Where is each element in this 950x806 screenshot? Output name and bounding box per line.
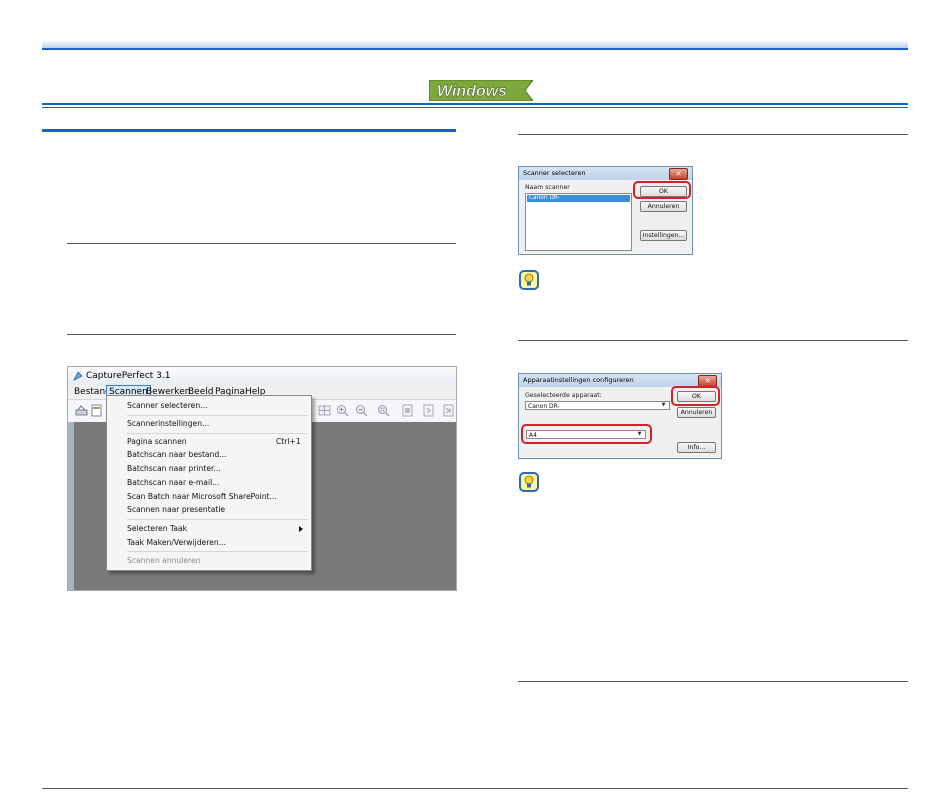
submenu-arrow-icon <box>299 526 303 532</box>
instellingen-button[interactable]: Instellingen... <box>640 230 687 241</box>
header-rule-thin <box>42 107 908 108</box>
ok-highlight <box>633 181 691 199</box>
info-button[interactable]: Info... <box>677 442 716 453</box>
page-icon[interactable] <box>401 404 414 417</box>
footer-rule <box>42 788 908 789</box>
document-icon[interactable] <box>90 404 103 417</box>
hint-lightbulb-icon <box>519 472 539 492</box>
menu-item-selecteren-taak[interactable]: Selecteren Taak <box>127 523 187 535</box>
ok-highlight <box>671 386 720 406</box>
scannen-dropdown-menu: Scanner selecteren... Scannerinstellinge… <box>106 395 312 571</box>
menu-separator <box>127 415 307 416</box>
chevron-down-icon: ▼ <box>661 402 666 408</box>
device-label: Geselecteerde apparaat: <box>525 392 602 399</box>
header-band <box>42 40 908 50</box>
dialog-title: Scanner selecteren <box>519 167 692 180</box>
annuleren-button[interactable]: Annuleren <box>677 407 716 418</box>
menu-separator <box>127 519 307 520</box>
hint-lightbulb-icon <box>519 270 539 290</box>
window-title: CapturePerfect 3.1 <box>68 367 456 385</box>
app-logo-icon <box>73 371 83 381</box>
windows-badge-text: Windows <box>437 83 507 100</box>
zoom-fit-icon[interactable] <box>377 404 390 417</box>
thumbnail-panel <box>68 422 74 590</box>
device-settings-dialog: Apparaatinstellingen configureren ✕ Gese… <box>518 373 722 459</box>
scanner-list-item-selected[interactable]: Canon DR- <box>527 195 630 202</box>
menu-separator <box>127 433 307 434</box>
step-rule <box>67 334 456 335</box>
menu-item-batchscan-printer[interactable]: Batchscan naar printer... <box>127 463 221 475</box>
device-select-value: Canon DR- <box>528 403 560 410</box>
menu-item-scannerinstellingen[interactable]: Scannerinstellingen... <box>127 418 209 430</box>
page-next-icon[interactable] <box>422 404 435 417</box>
menu-item-scanner-selecteren[interactable]: Scanner selecteren... <box>127 400 207 412</box>
step-rule <box>518 340 908 341</box>
step-rule <box>67 243 456 244</box>
menu-item-batchscan-bestand[interactable]: Batchscan naar bestand... <box>127 449 226 461</box>
section-rule <box>42 129 456 132</box>
scanner-name-label: Naam scanner <box>525 184 570 191</box>
device-select[interactable]: Canon DR- ▼ <box>525 401 670 410</box>
step-rule <box>518 134 908 135</box>
menu-item-batchscan-email[interactable]: Batchscan naar e-mail... <box>127 477 219 489</box>
menu-item-scan-batch-sharepoint[interactable]: Scan Batch naar Microsoft SharePoint... <box>127 491 277 503</box>
menu-separator <box>127 551 307 552</box>
windows-os-badge: Windows <box>429 80 533 101</box>
header-rule <box>42 103 908 105</box>
page-last-icon[interactable] <box>442 404 455 417</box>
menu-item-scannen-annuleren: Scannen annuleren <box>127 556 201 565</box>
zoom-out-icon[interactable] <box>355 404 368 417</box>
annuleren-button[interactable]: Annuleren <box>640 201 687 212</box>
scanner-select-dialog: Scanner selecteren ✕ Naam scanner Canon … <box>518 166 693 255</box>
menu-item-taak-maken[interactable]: Taak Maken/Verwijderen... <box>127 537 226 549</box>
menu-item-pagina-scannen[interactable]: Pagina scannen <box>127 436 187 448</box>
scanner-icon[interactable] <box>75 404 88 417</box>
step-rule <box>518 681 908 682</box>
scanner-listbox[interactable]: Canon DR- <box>525 193 632 251</box>
menu-item-scannen-presentatie[interactable]: Scannen naar presentatie <box>127 504 225 516</box>
paper-size-highlight <box>521 424 652 444</box>
captureperfect-window: CapturePerfect 3.1 Bestand Scannen Bewer… <box>67 366 457 591</box>
close-icon[interactable]: ✕ <box>669 168 688 180</box>
zoom-in-icon[interactable] <box>336 404 349 417</box>
grid-icon[interactable] <box>318 404 331 417</box>
shortcut-pagina-scannen: Ctrl+1 <box>276 437 301 446</box>
